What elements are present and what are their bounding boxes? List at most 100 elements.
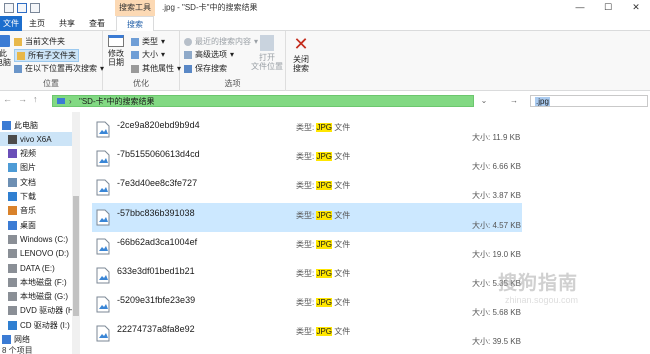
address-bar[interactable]: › "SD-卡"中的搜索结果 <box>52 95 474 107</box>
tab-file[interactable]: 文件 <box>0 16 22 31</box>
nav-item-label: DATA (E:) <box>20 263 55 273</box>
file-name: -7e3d40ee8c3fe727 <box>117 178 198 189</box>
tab-search[interactable]: 搜索 <box>116 16 154 32</box>
close-search-icon: ✕ <box>293 34 309 54</box>
save-search-button[interactable]: 保存搜索 <box>184 63 227 74</box>
nav-item[interactable]: 音乐 <box>0 204 72 218</box>
downloads-folder-icon <box>8 192 17 201</box>
network-icon <box>2 335 11 344</box>
nav-item-label: vivo X6A <box>20 134 52 144</box>
nav-item[interactable]: vivo X6A <box>0 132 72 147</box>
nav-item-label: 本地磁盘 (G:) <box>20 292 68 302</box>
size-label: 大小 <box>142 50 158 59</box>
nav-item-label: 文档 <box>20 177 36 187</box>
address-row: ← → ↑ › "SD-卡"中的搜索结果 ⌄ → .jpg <box>0 91 650 110</box>
file-name: -5209e31fbfe23e39 <box>117 295 196 306</box>
file-type-prefix: 类型: <box>296 181 317 191</box>
current-folder-label: 当前文件夹 <box>25 37 65 46</box>
file-row[interactable]: -57bbc836b391038 类型: JPG 文件 大小: 4.57 KB <box>92 202 522 232</box>
image-file-icon <box>96 325 110 342</box>
nav-item[interactable]: DATA (E:) <box>0 261 72 275</box>
file-row[interactable]: -2ce9a820ebd9b9d4 类型: JPG 文件 大小: 11.9 KB <box>92 115 522 144</box>
tab-share[interactable]: 共享 <box>56 16 78 31</box>
properties-icon[interactable] <box>17 3 27 13</box>
nav-item[interactable]: Windows (C:) <box>0 232 72 246</box>
file-row[interactable]: -5209e31fbfe23e39 类型: JPG 文件 大小: 5.68 KB <box>92 290 522 319</box>
open-file-location-button[interactable]: 打开 文件位置 <box>250 35 284 71</box>
open-location-icon <box>260 35 274 51</box>
tab-home[interactable]: 主页 <box>26 16 48 31</box>
refresh-icon[interactable]: → <box>507 95 521 107</box>
breadcrumb-chevron-icon[interactable]: › <box>69 96 72 107</box>
advanced-options-button[interactable]: 高级选项 ▾ <box>184 49 234 60</box>
search-again-button[interactable]: 在以下位置再次搜索 ▾ <box>14 63 104 74</box>
nav-item[interactable]: 图片 <box>0 161 72 175</box>
back-arrow-icon[interactable]: ← <box>3 94 12 104</box>
file-row[interactable]: -7b5155060613d4cd 类型: JPG 文件 大小: 6.66 KB <box>92 144 522 173</box>
nav-item[interactable]: 此电脑 <box>0 118 72 132</box>
address-history-dropdown[interactable]: ⌄ <box>478 95 490 107</box>
search-folder-icon <box>14 64 22 73</box>
close-window-button[interactable]: ✕ <box>622 0 650 16</box>
file-type-prefix: 类型: <box>296 210 317 220</box>
nav-item[interactable]: 桌面 <box>0 218 72 232</box>
close-search-button[interactable]: ✕ 关闭 搜索 <box>288 35 314 73</box>
close-search-label: 关闭 搜索 <box>293 55 309 73</box>
ribbon-group-options: 最近的搜索内容 ▾ 高级选项 ▾ 保存搜索 打开 文件位置 选项 <box>180 31 286 91</box>
maximize-button[interactable]: ☐ <box>594 0 622 16</box>
file-type-suffix: 文件 <box>332 327 351 337</box>
nav-item[interactable]: 下载 <box>0 190 72 204</box>
nav-item[interactable]: 视频 <box>0 147 72 161</box>
all-subfolders-button[interactable]: 所有子文件夹 <box>14 49 79 62</box>
file-type-suffix: 文件 <box>332 181 351 191</box>
nav-item[interactable]: DVD 驱动器 (H:) <box>0 304 72 318</box>
location-group-label: 位置 <box>43 79 59 88</box>
nav-scrollbar-thumb[interactable] <box>73 196 79 316</box>
recent-searches-button[interactable]: 最近的搜索内容 ▾ <box>184 36 258 47</box>
computer-icon <box>0 35 10 47</box>
cd-icon <box>8 320 17 330</box>
file-name: 22274737a8fa8e92 <box>117 324 195 335</box>
file-name: -7b5155060613d4cd <box>117 149 200 160</box>
file-row[interactable]: 633e3df01bed1b21 类型: JPG 文件 大小: 5.35 KB <box>92 261 522 290</box>
search-input[interactable]: .jpg <box>530 95 648 107</box>
nav-item-label: 本地磁盘 (F:) <box>20 277 67 287</box>
modified-date-label: 修改 日期 <box>108 49 124 67</box>
up-arrow-icon[interactable]: ↑ <box>33 94 38 104</box>
subfolders-icon <box>17 51 25 60</box>
tab-view[interactable]: 查看 <box>86 16 108 31</box>
modified-date-button[interactable]: 修改 日期 <box>105 35 127 67</box>
this-pc-button[interactable]: 此 电脑 <box>0 35 12 67</box>
nav-item[interactable]: 本地磁盘 (G:) <box>0 290 72 304</box>
type-button[interactable]: 类型 ▾ <box>131 36 165 47</box>
file-type: 类型: JPG 文件 <box>296 326 350 337</box>
nav-scrollbar[interactable] <box>72 112 80 354</box>
search-again-label: 在以下位置再次搜索 <box>25 64 97 73</box>
window-title: .jpg - "SD-卡"中的搜索结果 <box>162 3 258 12</box>
folder-icon <box>14 37 22 46</box>
nav-item-label: 视频 <box>20 149 36 159</box>
file-type: 类型: JPG 文件 <box>296 268 350 279</box>
other-properties-button[interactable]: 其他属性 ▾ <box>131 63 181 74</box>
nav-item[interactable]: 本地磁盘 (F:) <box>0 275 72 289</box>
nav-item[interactable]: LENOVO (D:) <box>0 247 72 261</box>
file-row[interactable]: 22274737a8fa8e92 类型: JPG 文件 大小: 39.5 KB <box>92 319 522 348</box>
forward-arrow-icon[interactable]: → <box>18 94 27 104</box>
calendar-icon <box>108 35 124 47</box>
advanced-options-icon <box>184 50 192 59</box>
current-folder-button[interactable]: 当前文件夹 <box>14 36 65 47</box>
file-row[interactable]: -7e3d40ee8c3fe727 类型: JPG 文件 大小: 3.87 KB <box>92 173 522 202</box>
file-type-prefix: 类型: <box>296 269 317 278</box>
new-folder-icon[interactable] <box>30 3 40 13</box>
size-button[interactable]: 大小 ▾ <box>131 49 165 60</box>
nav-item[interactable]: CD 驱动器 (I:) vi <box>0 318 72 332</box>
minimize-button[interactable]: — <box>566 0 594 16</box>
file-name: 633e3df01bed1b21 <box>117 266 195 276</box>
nav-item[interactable]: 文档 <box>0 175 72 189</box>
save-icon[interactable] <box>4 3 14 13</box>
chevron-down-icon: ▾ <box>161 37 166 46</box>
type-label: 类型 <box>142 37 158 46</box>
image-file-icon <box>96 121 110 138</box>
file-row[interactable]: -66b62ad3ca1004ef 类型: JPG 文件 大小: 19.0 KB <box>92 232 522 261</box>
list-scrollbar[interactable] <box>640 112 650 354</box>
